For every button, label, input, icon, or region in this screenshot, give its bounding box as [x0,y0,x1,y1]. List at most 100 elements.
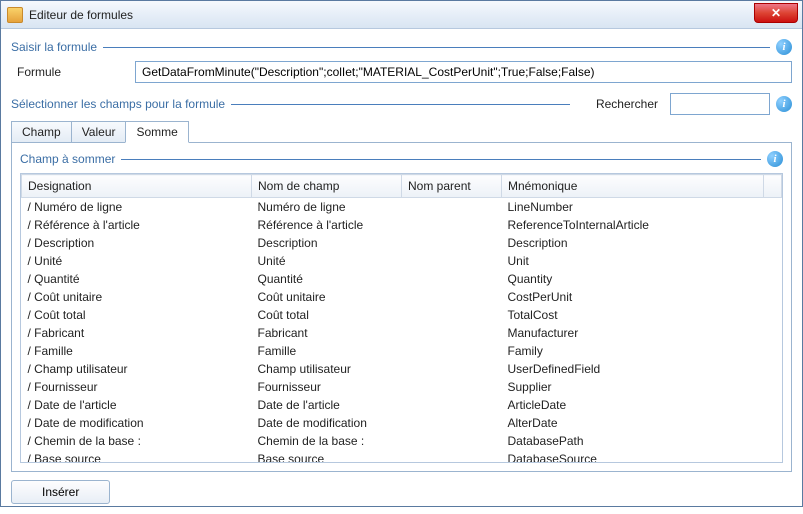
table-cell [402,270,502,288]
table-cell: ArticleDate [502,396,764,414]
table-cell: Numéro de ligne [252,198,402,217]
table-cell: DatabaseSource [502,450,764,463]
section-sum-title: Champ à sommer [20,152,115,166]
table-cell: Supplier [502,378,764,396]
table-cell [402,306,502,324]
table-cell: / Date de l'article [22,396,252,414]
button-row: Insérer [11,480,792,504]
table-cell [402,288,502,306]
table-cell: Coût unitaire [252,288,402,306]
table-row[interactable]: / FamilleFamilleFamily [22,342,782,360]
table-cell [402,198,502,217]
table-row[interactable]: / DescriptionDescriptionDescription [22,234,782,252]
table-cell: Description [252,234,402,252]
col-header[interactable]: Nom parent [402,175,502,198]
tab-valeur[interactable]: Valeur [71,121,127,143]
table-row[interactable]: / Référence à l'articleRéférence à l'art… [22,216,782,234]
table-cell: Coût total [252,306,402,324]
table-row[interactable]: / QuantitéQuantitéQuantity [22,270,782,288]
table-cell [764,198,782,217]
table-cell [764,252,782,270]
table-row[interactable]: / Numéro de ligneNuméro de ligneLineNumb… [22,198,782,217]
table-row[interactable]: / Date de modificationDate de modificati… [22,414,782,432]
search-label: Rechercher [596,97,658,111]
table-cell: ReferenceToInternalArticle [502,216,764,234]
table-cell: / Description [22,234,252,252]
table-row[interactable]: / Champ utilisateurChamp utilisateurUser… [22,360,782,378]
tab-champ[interactable]: Champ [11,121,72,143]
col-header[interactable]: Mnémonique [502,175,764,198]
table-cell [764,342,782,360]
info-icon[interactable]: i [776,39,792,55]
formula-input[interactable] [135,61,792,83]
table-cell: / Fabricant [22,324,252,342]
fields-table: DesignationNom de champNom parentMnémoni… [21,174,782,463]
tab-somme[interactable]: Somme [125,121,188,143]
table-cell: / Coût total [22,306,252,324]
table-cell [764,360,782,378]
table-cell [764,396,782,414]
formula-row: Formule [11,61,792,83]
table-row[interactable]: / Coût totalCoût totalTotalCost [22,306,782,324]
section-sum-header: Champ à sommer i [20,151,783,167]
col-header-spacer [764,175,782,198]
table-cell: / Unité [22,252,252,270]
app-icon [7,7,23,23]
fields-table-wrap[interactable]: DesignationNom de champNom parentMnémoni… [20,173,783,463]
info-icon[interactable]: i [776,96,792,112]
table-cell: Unité [252,252,402,270]
table-cell: Champ utilisateur [252,360,402,378]
table-row[interactable]: / FabricantFabricant Manufacturer [22,324,782,342]
table-row[interactable]: / Base sourceBase source DatabaseSource [22,450,782,463]
table-cell: Date de modification [252,414,402,432]
divider [121,159,761,160]
table-cell [402,360,502,378]
table-cell [764,378,782,396]
table-row[interactable]: / UnitéUnité Unit [22,252,782,270]
table-cell: Unit [502,252,764,270]
table-row[interactable]: / Chemin de la base :Chemin de la base :… [22,432,782,450]
formula-label: Formule [11,65,121,79]
table-cell: Quantity [502,270,764,288]
table-cell [402,396,502,414]
table-cell [764,414,782,432]
table-cell: DatabasePath [502,432,764,450]
table-cell: / Fournisseur [22,378,252,396]
table-cell: Fabricant [252,324,402,342]
section-select-title: Sélectionner les champs pour la formule [11,97,225,111]
titlebar: Editeur de formules ✕ [1,1,802,29]
table-cell [764,288,782,306]
table-cell: / Champ utilisateur [22,360,252,378]
table-cell [402,450,502,463]
divider [231,104,570,105]
table-cell: Date de l'article [252,396,402,414]
col-header[interactable]: Nom de champ [252,175,402,198]
table-cell: LineNumber [502,198,764,217]
close-button[interactable]: ✕ [754,3,798,23]
table-cell: / Famille [22,342,252,360]
table-cell: Base source [252,450,402,463]
table-cell [402,414,502,432]
search-input[interactable] [670,93,770,115]
table-cell: / Base source [22,450,252,463]
table-cell: Chemin de la base : [252,432,402,450]
table-row[interactable]: / Coût unitaireCoût unitaire CostPerUnit [22,288,782,306]
divider [103,47,770,48]
table-cell [402,378,502,396]
table-cell: Manufacturer [502,324,764,342]
table-row[interactable]: / Date de l'articleDate de l'article Arti… [22,396,782,414]
table-cell: AlterDate [502,414,764,432]
table-cell [764,216,782,234]
table-cell [764,450,782,463]
table-cell [402,342,502,360]
table-cell [764,432,782,450]
table-cell: / Date de modification [22,414,252,432]
table-cell: Famille [252,342,402,360]
table-cell: CostPerUnit [502,288,764,306]
col-header[interactable]: Designation [22,175,252,198]
table-row[interactable]: / FournisseurFournisseurSupplier [22,378,782,396]
info-icon[interactable]: i [767,151,783,167]
insert-button[interactable]: Insérer [11,480,110,504]
tab-strip: ChampValeurSomme [11,121,792,143]
table-cell: / Coût unitaire [22,288,252,306]
